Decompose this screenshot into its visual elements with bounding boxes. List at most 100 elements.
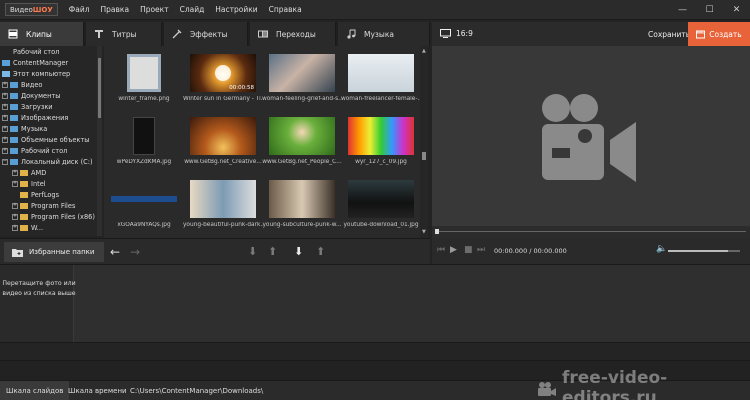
tree-item[interactable]: + Загрузки [0,101,101,112]
tree-item[interactable]: − Локальный диск (C:) [0,156,101,167]
close-button[interactable]: ✕ [723,0,750,20]
play-icon[interactable]: ▶ [450,245,457,255]
menu-help[interactable]: Справка [269,5,302,14]
expand-toggle-icon[interactable]: + [12,180,18,187]
maximize-button[interactable]: ☐ [696,0,723,20]
scroll-down-icon[interactable]: ▼ [422,229,426,235]
expand-toggle-icon[interactable]: − [2,158,8,165]
tree-item[interactable]: + Intel [0,178,101,189]
tab-clips[interactable]: Клипы [0,22,84,46]
menu-project[interactable]: Проект [140,5,169,14]
file-thumbnail[interactable]: 00:00:58 Winter sun in Germany - Ti... [183,46,263,109]
aspect-ratio-selector[interactable]: 16:9 [440,29,473,38]
tab-slide-timeline[interactable]: Шкала слайдов [0,381,70,400]
computer-icon [2,70,10,77]
expand-toggle-icon[interactable]: + [2,125,8,132]
favorite-folders-button[interactable]: Избранные папки [4,242,104,262]
stop-icon[interactable]: ■ [464,245,473,255]
tab-time-timeline[interactable]: Шкала времени [62,381,133,400]
menu-settings[interactable]: Настройки [215,5,257,14]
forward-arrow-icon[interactable]: → [130,245,140,259]
tab-titles[interactable]: Титры [86,22,162,46]
file-thumbnail[interactable]: young-subculture-punk-w... [262,172,342,235]
tree-item-label: Program Files [31,201,76,210]
tab-effects[interactable]: Эффекты [164,22,248,46]
expand-toggle-icon[interactable]: + [2,147,8,154]
file-thumbnail[interactable]: www.GetBg.net_Creative... [183,109,263,172]
expand-toggle-icon[interactable]: + [2,114,8,121]
tree-item[interactable]: PerfLogs [0,189,101,200]
expand-toggle-icon[interactable]: + [12,224,18,231]
create-button[interactable]: Создать [688,22,750,46]
file-thumbnail[interactable]: woman-feeling-grief-and-s... [262,46,342,109]
expand-toggle-icon[interactable]: + [12,169,18,176]
file-name: winter_frame.png [118,96,170,102]
add-all-down-icon[interactable]: ⬇ [294,245,303,258]
tree-item[interactable]: + Program Files [0,200,101,211]
folder-icon [10,92,18,99]
expand-toggle-icon[interactable]: + [2,81,8,88]
slide-drop-zone[interactable]: Перетащите фото или видео из списка выше [0,265,76,343]
previous-icon[interactable]: ⏮ [437,245,445,255]
tree-item-label: Видео [21,80,43,89]
tree-item[interactable]: + Program Files (x86) [0,211,101,222]
file-thumbnail[interactable]: wyr_127_c_09.jpg [341,109,421,172]
watermark-text: free-video-editors.ru [562,368,668,400]
volume-icon[interactable]: 🔈 [656,244,667,254]
timeline-playhead[interactable] [435,229,439,234]
file-thumbnail[interactable]: youtube-download_01.jpg [341,172,421,235]
tab-transitions[interactable]: Переходы [250,22,336,46]
tree-item[interactable]: + Видео [0,79,101,90]
next-icon[interactable]: ⏭ [477,245,485,255]
preview-timeline[interactable] [432,226,750,238]
folder-tree: Рабочий стол ContentManager Этот компьютер… [0,46,102,236]
file-thumbnail[interactable]: woman-freelancer-female-... [341,46,421,109]
film-export-icon [696,30,706,39]
file-thumbnail[interactable]: winter_frame.png [104,46,184,109]
tree-item[interactable]: + W... [0,222,101,233]
tree-item[interactable]: Этот компьютер [0,68,101,79]
back-arrow-icon[interactable]: ← [110,245,120,259]
menu-edit[interactable]: Правка [101,5,130,14]
tree-item[interactable]: + Изображения [0,112,101,123]
file-thumbnail[interactable]: xGOAa9NYAQs.jpg [104,172,184,235]
tree-item[interactable]: Рабочий стол [0,46,101,57]
expand-toggle-icon[interactable]: + [2,136,8,143]
move-up-icon[interactable]: ⬆ [268,245,277,258]
app-logo: Видео ШОУ [5,3,58,16]
tab-music[interactable]: Музыка [338,22,430,46]
tree-scroll-thumb[interactable] [98,58,101,118]
thumbnail-image [269,117,335,155]
tree-item[interactable]: ContentManager [0,57,101,68]
tree-item[interactable]: + Рабочий стол [0,145,101,156]
expand-toggle-icon[interactable]: + [2,103,8,110]
file-thumbnail[interactable]: wPeDYXZdKMA.jpg [104,109,184,172]
add-all-up-icon[interactable]: ⬆ [316,245,325,258]
tree-item[interactable]: + Документы [0,90,101,101]
create-label: Создать [709,29,742,39]
save-button[interactable]: Сохранить [648,30,690,39]
expand-toggle-icon[interactable]: + [12,202,18,209]
window-controls: — ☐ ✕ [669,0,750,20]
file-thumbnail[interactable]: young-beautiful-punk-dark... [183,172,263,235]
tree-item-label: Локальный диск (C:) [21,157,93,166]
minimize-button[interactable]: — [669,0,696,20]
tree-item[interactable]: + Музыка [0,123,101,134]
file-thumbnail[interactable]: www.GetBg.net_People_C... [262,109,342,172]
timeline-track[interactable] [436,231,746,232]
move-down-icon[interactable]: ⬇ [248,245,257,258]
tree-item[interactable]: + AMD [0,167,101,178]
folder-icon [10,125,18,132]
thumbnail-image [348,117,414,155]
tree-item[interactable]: + Объемные объекты [0,134,101,145]
expand-toggle-icon[interactable]: + [12,213,18,220]
audio-track[interactable] [0,342,750,360]
grid-scrollbar[interactable]: ▲ ▼ [420,46,428,238]
grid-scroll-thumb[interactable] [422,152,426,160]
aspect-ratio-label: 16:9 [456,29,473,38]
thumbnail-image [127,54,161,92]
scroll-up-icon[interactable]: ▲ [422,48,426,54]
menu-slide[interactable]: Слайд [180,5,205,14]
menu-file[interactable]: Файл [69,5,90,14]
expand-toggle-icon[interactable]: + [2,92,8,99]
